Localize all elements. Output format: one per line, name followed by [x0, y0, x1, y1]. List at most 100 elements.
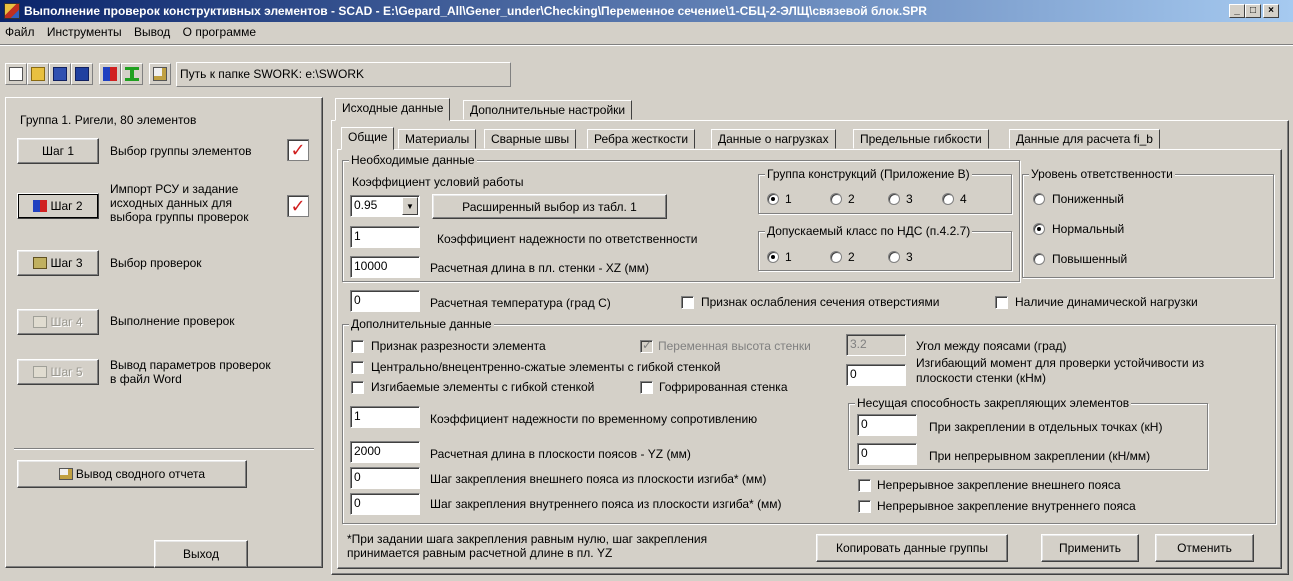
apply-button[interactable]: Применить: [1041, 534, 1139, 562]
outer-step-input[interactable]: 0: [350, 467, 420, 489]
chevron-down-icon[interactable]: ▼: [402, 197, 418, 215]
central-checkbox[interactable]: [351, 361, 364, 374]
tab-welds[interactable]: Сварные швы: [484, 129, 577, 149]
maximize-button[interactable]: □: [1245, 4, 1261, 18]
report-button[interactable]: [149, 63, 171, 85]
new-file-icon: [9, 67, 23, 81]
bent-checkbox[interactable]: [351, 381, 364, 394]
chord-length-label: Расчетная длина в плоскости поясов - YZ …: [430, 447, 691, 461]
title-bar: Выполнение проверок конструктивных элеме…: [0, 0, 1293, 22]
ndc-radio-3[interactable]: [888, 251, 900, 263]
work-coef-select[interactable]: 0.95 ▼: [350, 195, 420, 217]
step3-button-label: Шаг 3: [50, 256, 83, 270]
inner-step-input[interactable]: 0: [350, 493, 420, 515]
reliability-label: Коэффициент надежности по ответственност…: [437, 232, 698, 246]
construction-radio-3[interactable]: [888, 193, 900, 205]
swork-path: Путь к папке SWORK: e:\SWORK: [176, 62, 511, 87]
continuous-fixing-label: При непрерывном закреплении (кН/мм): [929, 449, 1151, 463]
corrugated-checkbox[interactable]: [640, 381, 653, 394]
dynamic-label: Наличие динамической нагрузки: [1015, 295, 1198, 309]
cont-outer-checkbox[interactable]: [858, 479, 871, 492]
step2-button-label: Шаг 2: [50, 199, 83, 213]
temperature-label: Расчетная температура (град С): [430, 296, 611, 310]
step2-done-icon: ✓: [287, 195, 309, 217]
central-label: Центрально/внецентренно-сжатые элементы …: [371, 360, 721, 374]
cont-inner-checkbox[interactable]: [858, 500, 871, 513]
construction-radio-4[interactable]: [942, 193, 954, 205]
menu-tools[interactable]: Инструменты: [42, 22, 126, 39]
ndc-label-2: 2: [848, 250, 855, 264]
construction-radio-1[interactable]: [767, 193, 779, 205]
exit-button[interactable]: Выход: [154, 540, 248, 568]
window-title: Выполнение проверок конструктивных элеме…: [24, 4, 927, 18]
reliability-input[interactable]: 1: [350, 226, 420, 248]
responsibility-radio-normal[interactable]: [1033, 223, 1045, 235]
construction-group-legend: Группа конструкций (Приложение В): [765, 167, 972, 181]
tab-slenderness[interactable]: Предельные гибкости: [853, 129, 989, 149]
split-checkbox[interactable]: [351, 340, 364, 353]
construction-radio-2[interactable]: [830, 193, 842, 205]
temp-resist-label: Коэффициент надежности по временному соп…: [430, 412, 758, 426]
cancel-button[interactable]: Отменить: [1155, 534, 1254, 562]
length-xz-input[interactable]: 10000: [350, 256, 420, 278]
temperature-input[interactable]: 0: [350, 290, 420, 312]
continuous-fixing-input[interactable]: 0: [857, 443, 917, 465]
tab-extra-settings[interactable]: Дополнительные настройки: [463, 100, 633, 120]
responsibility-legend: Уровень ответственности: [1029, 167, 1175, 181]
responsibility-label-normal: Нормальный: [1052, 222, 1125, 236]
tab-materials[interactable]: Материалы: [398, 129, 477, 149]
import-button[interactable]: [99, 63, 121, 85]
menu-file[interactable]: Файл: [0, 22, 39, 39]
summary-report-button[interactable]: Вывод сводного отчета: [17, 460, 247, 488]
save-icon: [53, 67, 67, 81]
tab-stiffeners[interactable]: Ребра жесткости: [587, 129, 696, 149]
tab-fi-b[interactable]: Данные для расчета fi_b: [1009, 129, 1160, 149]
ndc-class-group: Допускаемый класс по НДС (п.4.2.7): [758, 224, 1012, 271]
responsibility-radio-low[interactable]: [1033, 193, 1045, 205]
step1-button[interactable]: Шаг 1: [17, 138, 99, 164]
responsibility-radio-high[interactable]: [1033, 253, 1045, 265]
open-button[interactable]: [27, 63, 49, 85]
dynamic-checkbox[interactable]: [995, 296, 1008, 309]
tab-source-data[interactable]: Исходные данные: [335, 98, 451, 121]
step2-button[interactable]: Шаг 2: [17, 193, 99, 219]
moment-input[interactable]: 0: [846, 364, 906, 386]
step2-label: Импорт РСУ и задание исходных данных для…: [110, 182, 249, 224]
variable-height-label: Переменная высота стенки: [658, 339, 811, 353]
beam-button[interactable]: [121, 63, 143, 85]
outer-step-label: Шаг закрепления внешнего пояса из плоско…: [430, 472, 767, 486]
copy-group-data-button[interactable]: Копировать данные группы: [816, 534, 1008, 562]
ndc-radio-2[interactable]: [830, 251, 842, 263]
cont-inner-label: Непрерывное закрепление внутреннего пояс…: [877, 499, 1136, 513]
angle-label: Угол между поясами (град): [916, 339, 1067, 353]
menu-output[interactable]: Вывод: [129, 22, 174, 39]
app-icon: [4, 3, 20, 19]
corrugated-label: Гофрированная стенка: [659, 380, 788, 394]
inner-step-label: Шаг закрепления внутреннего пояса из пло…: [430, 497, 782, 511]
step3-button[interactable]: Шаг 3: [17, 250, 99, 276]
beam-icon: [125, 67, 139, 81]
minimize-button[interactable]: _: [1229, 4, 1245, 18]
extended-select-button[interactable]: Расширенный выбор из табл. 1: [432, 194, 667, 219]
menu-about[interactable]: О программе: [178, 22, 260, 39]
holes-checkbox[interactable]: [681, 296, 694, 309]
points-fixing-input[interactable]: 0: [857, 414, 917, 436]
new-file-button[interactable]: [5, 63, 27, 85]
save-button[interactable]: [49, 63, 71, 85]
ndc-radio-1[interactable]: [767, 251, 779, 263]
ndc-label-3: 3: [906, 250, 913, 264]
tab-general[interactable]: Общие: [341, 127, 395, 150]
step1-done-icon: ✓: [287, 139, 309, 161]
step1-label: Выбор группы элементов: [110, 144, 252, 158]
split-label: Признак разрезности элемента: [371, 339, 546, 353]
responsibility-label-low: Пониженный: [1052, 192, 1124, 206]
close-button[interactable]: ×: [1263, 4, 1279, 18]
step4-button-label: Шаг 4: [50, 315, 83, 329]
tab-loads[interactable]: Данные о нагрузках: [711, 129, 836, 149]
bent-label: Изгибаемые элементы с гибкой стенкой: [371, 380, 595, 394]
chord-length-input[interactable]: 2000: [350, 441, 420, 463]
save-as-button[interactable]: [71, 63, 93, 85]
menu-bar: Файл Инструменты Вывод О программе: [0, 22, 1293, 42]
temp-resist-input[interactable]: 1: [350, 406, 420, 428]
step3-label: Выбор проверок: [110, 256, 202, 270]
